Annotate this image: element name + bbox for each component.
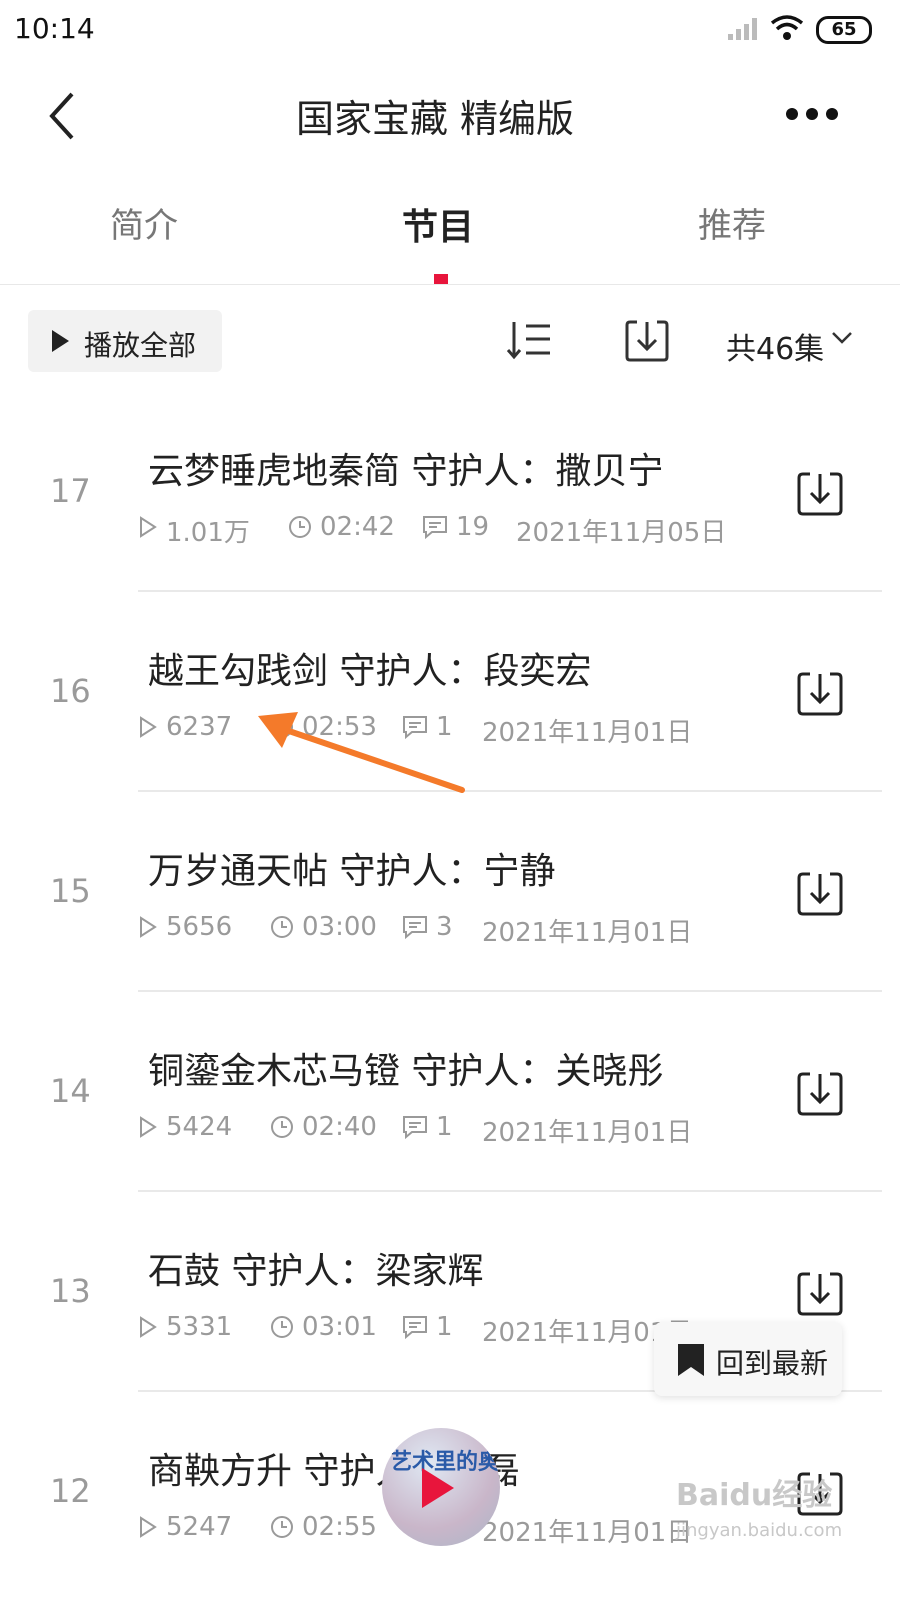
- play-count-icon: [140, 516, 157, 538]
- active-tab-indicator: [434, 274, 448, 284]
- tab-recommend[interactable]: 推荐: [698, 198, 766, 247]
- episode-number: 13: [50, 1272, 91, 1310]
- duration: 02:55: [302, 1512, 377, 1542]
- duration: 03:00: [302, 912, 377, 942]
- tab-bar: 简介 节目 推荐: [0, 188, 900, 285]
- tab-episodes[interactable]: 节目: [402, 198, 474, 250]
- duration: 02:40: [302, 1112, 377, 1142]
- episode-count[interactable]: 共46集: [726, 324, 824, 368]
- comment-icon: [403, 1316, 427, 1339]
- episode-number: 16: [50, 672, 91, 710]
- episode-title[interactable]: 铜鎏金木芯马镫 守护人：关晓彤: [148, 1042, 663, 1094]
- duration: 02:42: [320, 512, 395, 542]
- page-title: 国家宝藏 精编版: [295, 97, 575, 141]
- play-count: 5331: [166, 1312, 233, 1342]
- play-all-button[interactable]: 播放全部: [28, 310, 222, 372]
- back-to-latest-label: 回到最新: [716, 1347, 829, 1380]
- comment-count: 1: [436, 1312, 453, 1342]
- episode-number: 15: [50, 872, 91, 910]
- watermark: Baidu经验 jingyan.baidu.com: [676, 1470, 886, 1550]
- episode-title[interactable]: 万岁通天帖 守护人：宁静: [148, 842, 555, 894]
- clock-icon: [289, 516, 311, 538]
- back-to-latest-button[interactable]: 回到最新: [654, 1322, 842, 1396]
- download-icon[interactable]: [796, 870, 844, 918]
- watermark-url: jingyan.baidu.com: [676, 1520, 843, 1541]
- list-item[interactable]: 17 云梦睡虎地秦简 守护人：撒贝宁 1.01万 02:42 19 2021年1…: [0, 392, 900, 592]
- play-count: 6237: [166, 712, 233, 742]
- comment-icon: [423, 516, 447, 539]
- tab-intro[interactable]: 简介: [110, 198, 178, 247]
- chevron-down-icon[interactable]: [830, 330, 854, 346]
- episode-number: 12: [50, 1472, 91, 1510]
- download-icon[interactable]: [796, 670, 844, 718]
- download-icon[interactable]: [796, 1270, 844, 1318]
- play-all-label: 播放全部: [84, 329, 197, 362]
- clock-icon: [271, 716, 293, 738]
- play-count-icon: [140, 716, 157, 738]
- publish-date: 2021年11月05日: [516, 518, 727, 548]
- watermark-logo: Baidu经验: [676, 1478, 833, 1513]
- battery-indicator: 65: [816, 16, 872, 44]
- duration: 03:01: [302, 1312, 377, 1342]
- clock-icon: [271, 1516, 293, 1538]
- duration: 02:53: [302, 712, 377, 742]
- publish-date: 2021年11月01日: [482, 1518, 693, 1548]
- sort-icon[interactable]: [506, 320, 554, 360]
- wifi-icon: [770, 15, 804, 40]
- clock-icon: [271, 1316, 293, 1338]
- play-count-icon: [140, 1316, 157, 1338]
- status-time: 10:14: [14, 12, 95, 45]
- publish-date: 2021年11月01日: [482, 718, 693, 748]
- list-item[interactable]: 15 万岁通天帖 守护人：宁静 5656 03:00 3 2021年11月01日: [0, 792, 900, 992]
- bookmark-icon: [678, 1344, 704, 1376]
- play-count-icon: [140, 916, 157, 938]
- episode-title[interactable]: 石鼓 守护人：梁家辉: [148, 1242, 483, 1294]
- comment-icon: [403, 716, 427, 739]
- comment-count: 1: [436, 1112, 453, 1142]
- play-count: 5424: [166, 1112, 233, 1142]
- publish-date: 2021年11月01日: [482, 918, 693, 948]
- comment-count: 3: [436, 912, 453, 942]
- episode-title[interactable]: 越王勾践剑 守护人：段奕宏: [148, 642, 591, 694]
- clock-icon: [271, 1116, 293, 1138]
- signal-icon: [728, 18, 757, 40]
- play-icon: [52, 330, 69, 352]
- list-item[interactable]: 16 越王勾践剑 守护人：段奕宏 6237 02:53 1 2021年11月01…: [0, 592, 900, 792]
- download-icon[interactable]: [796, 1070, 844, 1118]
- play-count-icon: [140, 1516, 157, 1538]
- download-icon[interactable]: [796, 470, 844, 518]
- play-count: 5247: [166, 1512, 233, 1542]
- list-toolbar: 播放全部 共46集: [0, 308, 900, 378]
- play-count: 5656: [166, 912, 233, 942]
- download-all-icon[interactable]: [624, 318, 670, 364]
- status-bar: 10:14 65: [0, 0, 900, 64]
- comment-icon: [403, 1116, 427, 1139]
- nav-bar: 国家宝藏 精编版: [0, 64, 900, 164]
- mini-player-play-icon[interactable]: [422, 1468, 454, 1508]
- publish-date: 2021年11月01日: [482, 1118, 693, 1148]
- episode-number: 14: [50, 1072, 91, 1110]
- play-count: 1.01万: [166, 518, 250, 548]
- clock-icon: [271, 916, 293, 938]
- comment-icon: [403, 916, 427, 939]
- mini-player[interactable]: 艺术里的奥林匹克: [382, 1428, 500, 1546]
- comment-count: 1: [436, 712, 453, 742]
- episode-title[interactable]: 云梦睡虎地秦简 守护人：撒贝宁: [148, 442, 663, 494]
- play-count-icon: [140, 1116, 157, 1138]
- more-icon[interactable]: [786, 98, 846, 128]
- comment-count: 19: [456, 512, 490, 542]
- list-item[interactable]: 14 铜鎏金木芯马镫 守护人：关晓彤 5424 02:40 1 2021年11月…: [0, 992, 900, 1192]
- episode-number: 17: [50, 472, 91, 510]
